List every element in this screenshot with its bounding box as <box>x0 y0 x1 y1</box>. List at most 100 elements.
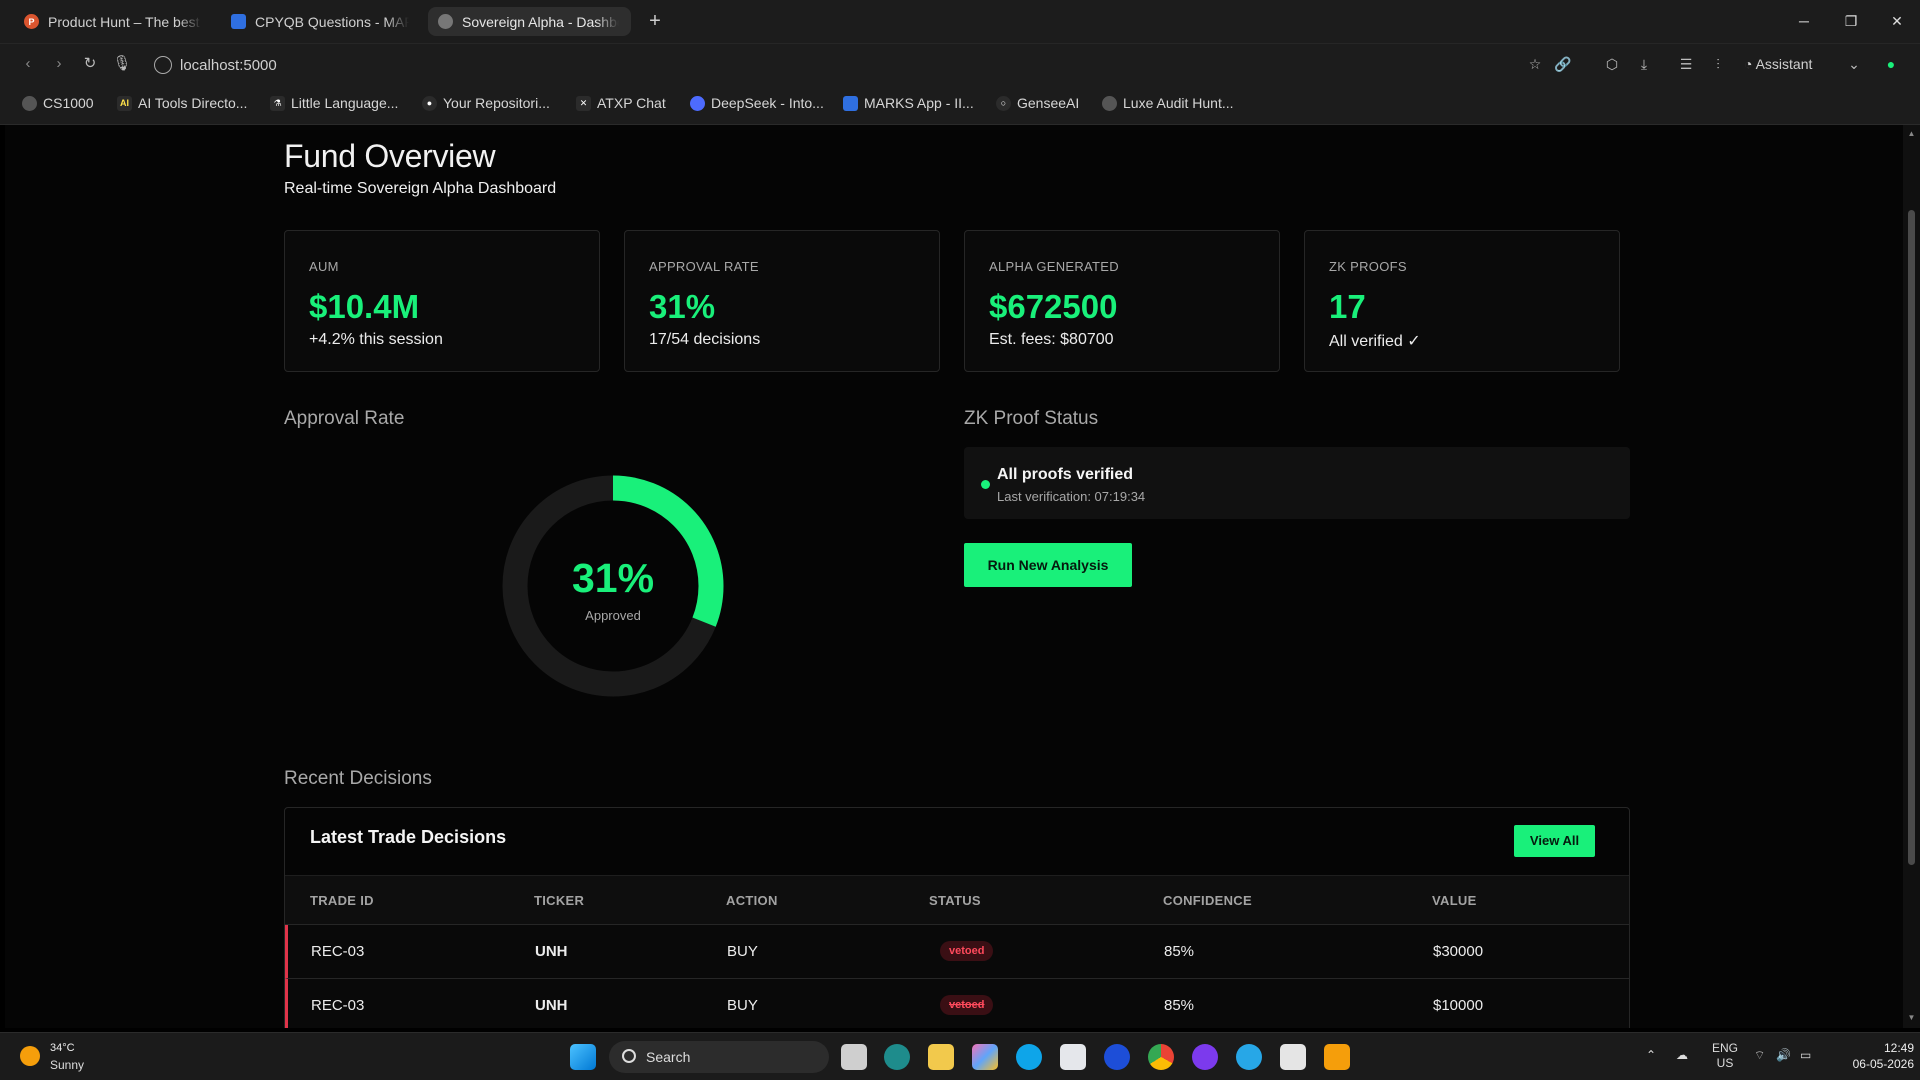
tab-product-hunt[interactable]: P Product Hunt – The best n <box>14 7 214 36</box>
forward-icon[interactable]: › <box>48 53 70 75</box>
download-icon[interactable]: ⤓ <box>1633 53 1655 75</box>
stat-sub: Est. fees: $80700 <box>989 331 1114 348</box>
minimize-button[interactable]: ─ <box>1791 9 1817 33</box>
bookmark-genseeai[interactable]: ○ GenseeAI <box>996 95 1079 111</box>
scrollbar-thumb[interactable] <box>1908 210 1915 865</box>
telegram-icon[interactable] <box>1236 1044 1262 1070</box>
status-dot-icon <box>981 480 990 489</box>
restore-button[interactable]: ❐ <box>1838 9 1864 33</box>
show-hidden-icons-icon[interactable]: ⌃ <box>1646 1048 1656 1062</box>
page-title: Fund Overview <box>284 138 496 174</box>
bookmark-little-language[interactable]: ⚗ Little Language... <box>270 95 398 111</box>
assistant-button[interactable]: ◔ Assistant <box>1744 53 1812 75</box>
table-row[interactable]: REC-03 UNH BUY vetoed 85% $10000 <box>285 979 1629 1028</box>
app-icon[interactable] <box>884 1044 910 1070</box>
reading-list-icon[interactable]: ☰ <box>1675 53 1697 75</box>
section-heading-recent-decisions: Recent Decisions <box>284 768 432 789</box>
tab-title: CPYQB Questions - MARK <box>255 13 409 30</box>
cell-value: $30000 <box>1433 943 1484 960</box>
weather-sun-icon[interactable] <box>20 1046 40 1066</box>
section-heading-zk-proof-status: ZK Proof Status <box>964 408 1099 429</box>
windows-taskbar: 34°C Sunny Search ⌃ ☁ ENG US ⌔ 🔊 ▭ 12:49… <box>0 1032 1920 1080</box>
stat-sub: All verified ✓ <box>1329 333 1421 350</box>
bookmark-repositories[interactable]: ● Your Repositori... <box>422 95 550 111</box>
assistant-icon: ◔ <box>1744 56 1756 72</box>
column-header-value[interactable]: VALUE <box>1432 893 1477 908</box>
onedrive-icon[interactable]: ☁ <box>1676 1048 1688 1062</box>
bookmark-label: MARKS App - II... <box>864 95 974 111</box>
column-header-trade-id[interactable]: TRADE ID <box>310 893 374 908</box>
bookmark-atxp-chat[interactable]: ✕ ATXP Chat <box>576 95 666 111</box>
hp-icon[interactable] <box>1104 1044 1130 1070</box>
audio-icon[interactable]: ⫶ <box>1707 53 1729 75</box>
microphone-icon[interactable]: 🎙 <box>111 53 133 75</box>
bookmark-marks-app[interactable]: MARKS App - II... <box>843 95 974 111</box>
tab-sovereign-alpha[interactable]: Sovereign Alpha - Dashbo <box>428 7 631 36</box>
stat-value: 31% <box>649 288 716 325</box>
run-new-analysis-button[interactable]: Run New Analysis <box>964 543 1132 587</box>
file-explorer-icon[interactable] <box>928 1044 954 1070</box>
tab-title: Product Hunt – The best n <box>48 13 202 30</box>
volume-icon[interactable]: 🔊 <box>1776 1048 1791 1062</box>
python-icon[interactable] <box>1324 1044 1350 1070</box>
view-all-button[interactable]: View All <box>1514 825 1595 857</box>
stat-label: ALPHA GENERATED <box>989 259 1119 274</box>
scroll-down-icon[interactable]: ▼ <box>1907 1013 1916 1022</box>
column-header-ticker[interactable]: TICKER <box>534 893 584 908</box>
column-header-confidence[interactable]: CONFIDENCE <box>1163 893 1252 908</box>
language-indicator[interactable]: ENG US <box>1712 1041 1738 1071</box>
messenger-icon[interactable] <box>1192 1044 1218 1070</box>
page-scrollbar[interactable]: ▲ ▼ <box>1903 125 1920 1028</box>
bookmark-label: DeepSeek - Into... <box>711 95 824 111</box>
bookmarks-bar: CS1000 AI AI Tools Directo... ⚗ Little Lan… <box>0 85 1920 125</box>
weather-condition: Sunny <box>50 1058 85 1072</box>
extensions-icon[interactable]: ⬡ <box>1601 53 1623 75</box>
clock-date: 06-05-2026 <box>1852 1057 1914 1071</box>
cell-action: BUY <box>727 943 758 960</box>
system-clock[interactable]: 12:49 06-05-2026 <box>1838 1040 1914 1072</box>
scroll-up-icon[interactable]: ▲ <box>1907 129 1916 138</box>
bookmark-star-icon[interactable]: ☆ <box>1524 53 1546 75</box>
table-title: Latest Trade Decisions <box>310 827 507 847</box>
edge-icon[interactable] <box>1016 1044 1042 1070</box>
chrome-icon[interactable] <box>1148 1044 1174 1070</box>
site-info-icon[interactable] <box>154 56 172 74</box>
back-icon[interactable]: ‹ <box>17 53 39 75</box>
copilot-app-icon[interactable] <box>972 1044 998 1070</box>
bookmark-luxe-audit[interactable]: Luxe Audit Hunt... <box>1102 95 1234 111</box>
page-subtitle: Real-time Sovereign Alpha Dashboard <box>284 180 557 197</box>
page-viewport: Fund Overview Real-time Sovereign Alpha … <box>5 125 1903 1028</box>
cell-trade-id: REC-03 <box>311 943 365 960</box>
bookmark-deepseek[interactable]: DeepSeek - Into... <box>690 95 824 111</box>
url-field[interactable]: localhost:5000 <box>154 50 277 80</box>
globe-icon <box>1102 95 1117 111</box>
stat-card-alpha-generated: ALPHA GENERATED $672500 Est. fees: $8070… <box>964 230 1280 372</box>
reload-icon[interactable]: ↻ <box>79 53 101 75</box>
wifi-icon[interactable]: ⌔ <box>1754 1048 1765 1063</box>
tab-cpyqb[interactable]: CPYQB Questions - MARK <box>221 7 421 36</box>
new-tab-button[interactable]: + <box>645 9 665 33</box>
chevron-down-icon[interactable]: ⌄ <box>1843 53 1865 75</box>
search-icon <box>622 1049 636 1063</box>
column-header-action[interactable]: ACTION <box>726 893 778 908</box>
profile-icon[interactable]: ● <box>1880 53 1902 75</box>
stat-sub: +4.2% this session <box>309 331 443 348</box>
flask-icon: ⚗ <box>270 95 285 111</box>
cell-confidence: 85% <box>1164 997 1195 1014</box>
bookmark-ai-tools[interactable]: AI AI Tools Directo... <box>117 95 247 111</box>
task-view-icon[interactable] <box>841 1044 867 1070</box>
link-icon[interactable]: 🔗 <box>1552 53 1574 75</box>
store-icon[interactable] <box>1060 1044 1086 1070</box>
taskbar-search[interactable]: Search <box>609 1041 829 1073</box>
browser-tab-bar: P Product Hunt – The best n CPYQB Questi… <box>0 0 1920 43</box>
battery-icon[interactable]: ▭ <box>1800 1048 1811 1062</box>
cell-action: BUY <box>727 997 758 1014</box>
column-header-status[interactable]: STATUS <box>929 893 981 908</box>
stat-card-aum: AUM $10.4M +4.2% this session <box>284 230 600 372</box>
bookmark-cs1000[interactable]: CS1000 <box>22 95 94 111</box>
notepad-icon[interactable] <box>1280 1044 1306 1070</box>
close-window-button[interactable]: ✕ <box>1884 9 1910 33</box>
table-row[interactable]: REC-03 UNH BUY vetoed 85% $30000 <box>285 925 1629 979</box>
stat-card-approval-rate: APPROVAL RATE 31% 17/54 decisions <box>624 230 940 372</box>
windows-start-icon[interactable] <box>570 1044 596 1070</box>
